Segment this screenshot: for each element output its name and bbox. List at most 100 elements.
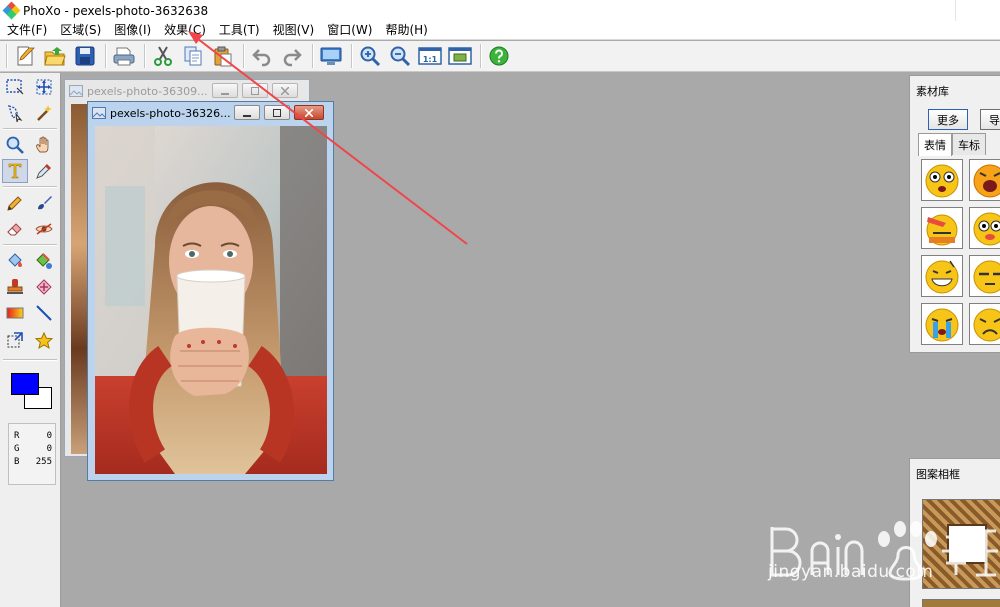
- print-icon: [113, 47, 135, 66]
- heal-tool[interactable]: [31, 275, 57, 299]
- magic-wand-tool[interactable]: [31, 101, 57, 125]
- undo-button[interactable]: [249, 43, 275, 69]
- hand-tool[interactable]: [31, 133, 57, 157]
- menu-region[interactable]: 区域(S): [56, 22, 105, 39]
- move-tool[interactable]: [31, 75, 57, 99]
- toolbar-separator: [480, 44, 481, 68]
- help-button[interactable]: [486, 43, 512, 69]
- red-value: 0: [46, 431, 52, 441]
- line-tool[interactable]: [31, 301, 57, 325]
- heal-icon: [36, 279, 52, 295]
- minimize-button[interactable]: [234, 105, 260, 120]
- star-shape-tool[interactable]: [31, 329, 57, 353]
- open-folder-icon: [44, 47, 66, 66]
- toolbar-separator: [243, 44, 244, 68]
- tired-face-icon: [926, 214, 958, 246]
- zoom-tool[interactable]: [2, 133, 28, 157]
- brush-tool[interactable]: [31, 191, 57, 215]
- new-file-button[interactable]: [12, 43, 38, 69]
- fill-tool[interactable]: [2, 249, 28, 273]
- emoji-tile[interactable]: [921, 303, 963, 345]
- fit-window-button[interactable]: [447, 43, 473, 69]
- text-tool[interactable]: [2, 159, 28, 183]
- zoom-out-button[interactable]: [387, 43, 413, 69]
- color-replace-tool[interactable]: [31, 249, 57, 273]
- document-title: pexels-photo-36309...: [87, 84, 208, 98]
- minimize-button[interactable]: [212, 83, 238, 98]
- star-shape-icon: [34, 331, 54, 350]
- close-icon: [281, 86, 289, 95]
- transform-icon: [7, 332, 23, 348]
- crying-face-icon: [925, 308, 959, 342]
- print-button[interactable]: [111, 43, 137, 69]
- zoom-in-button[interactable]: [357, 43, 383, 69]
- more-button[interactable]: 更多: [928, 109, 968, 130]
- green-value: 0: [46, 444, 52, 454]
- maximize-icon: [251, 86, 259, 95]
- eraser-tool[interactable]: [2, 217, 28, 241]
- close-button[interactable]: [272, 83, 298, 98]
- rect-select-tool[interactable]: [2, 75, 28, 99]
- image-canvas[interactable]: [95, 126, 327, 474]
- save-icon: [75, 46, 95, 66]
- frames-panel-title: 图案相框: [916, 468, 960, 481]
- line-icon: [36, 305, 52, 321]
- close-button[interactable]: [294, 105, 324, 120]
- actual-size-icon: 1:1: [418, 47, 442, 65]
- materials-panel-title: 素材库: [916, 85, 949, 98]
- eyedropper-tool[interactable]: [31, 159, 57, 183]
- import-button[interactable]: 导: [980, 109, 1000, 130]
- window-control-button[interactable]: [955, 0, 1000, 21]
- foreground-color-swatch[interactable]: [11, 373, 39, 395]
- pencil-icon: [7, 196, 22, 211]
- eyedropper-icon: [36, 164, 51, 179]
- document-window-front[interactable]: pexels-photo-36326...: [87, 101, 334, 481]
- move-icon: [36, 79, 52, 95]
- maximize-button[interactable]: [264, 105, 290, 120]
- pencil-tool[interactable]: [2, 191, 28, 215]
- menu-tools[interactable]: 工具(T): [215, 22, 264, 39]
- emoji-tile[interactable]: [921, 207, 963, 249]
- blue-value: 255: [35, 457, 52, 467]
- stamp-tool[interactable]: [2, 275, 28, 299]
- screen-capture-button[interactable]: [318, 43, 344, 69]
- gradient-tool[interactable]: [2, 301, 28, 325]
- copy-button[interactable]: [180, 43, 206, 69]
- lasso-tool[interactable]: [2, 101, 28, 125]
- blue-label: B: [14, 457, 20, 467]
- baidu-watermark-logo: [770, 521, 998, 581]
- menu-file[interactable]: 文件(F): [3, 22, 51, 39]
- tab-emoticons[interactable]: 表情: [918, 133, 952, 156]
- main-toolbar: 1:1: [0, 41, 1000, 72]
- menu-help[interactable]: 帮助(H): [381, 22, 431, 39]
- actual-size-button[interactable]: 1:1: [417, 43, 443, 69]
- menu-effects[interactable]: 效果(C): [160, 22, 210, 39]
- paste-button[interactable]: [210, 43, 236, 69]
- menu-window[interactable]: 窗口(W): [323, 22, 376, 39]
- surprised-face-icon: [973, 212, 1000, 246]
- transform-tool[interactable]: [2, 329, 28, 353]
- maximize-button[interactable]: [242, 83, 268, 98]
- emoji-grid: [919, 159, 1000, 349]
- redo-button[interactable]: [279, 43, 305, 69]
- toolbar-separator: [6, 44, 7, 68]
- zoom-out-icon: [390, 46, 411, 67]
- emoji-tile[interactable]: [969, 255, 1000, 297]
- menu-image[interactable]: 图像(I): [110, 22, 155, 39]
- woman-drinking-coffee-photo: [95, 126, 327, 474]
- emoji-tile[interactable]: [921, 255, 963, 297]
- color-replace-icon: [36, 253, 52, 269]
- smudge-tool[interactable]: [31, 217, 57, 241]
- open-file-button[interactable]: [42, 43, 68, 69]
- emoji-tile[interactable]: [969, 303, 1000, 345]
- cut-button[interactable]: [150, 43, 176, 69]
- actual-size-label: 1:1: [423, 55, 438, 64]
- emoji-tile[interactable]: [969, 159, 1000, 201]
- emoji-tile[interactable]: [969, 207, 1000, 249]
- menu-view[interactable]: 视图(V): [269, 22, 319, 39]
- save-button[interactable]: [72, 43, 98, 69]
- emoji-tile[interactable]: [921, 159, 963, 201]
- zoom-icon: [6, 136, 24, 154]
- tab-car-logos[interactable]: 车标: [952, 133, 986, 155]
- toolbar-separator: [105, 44, 106, 68]
